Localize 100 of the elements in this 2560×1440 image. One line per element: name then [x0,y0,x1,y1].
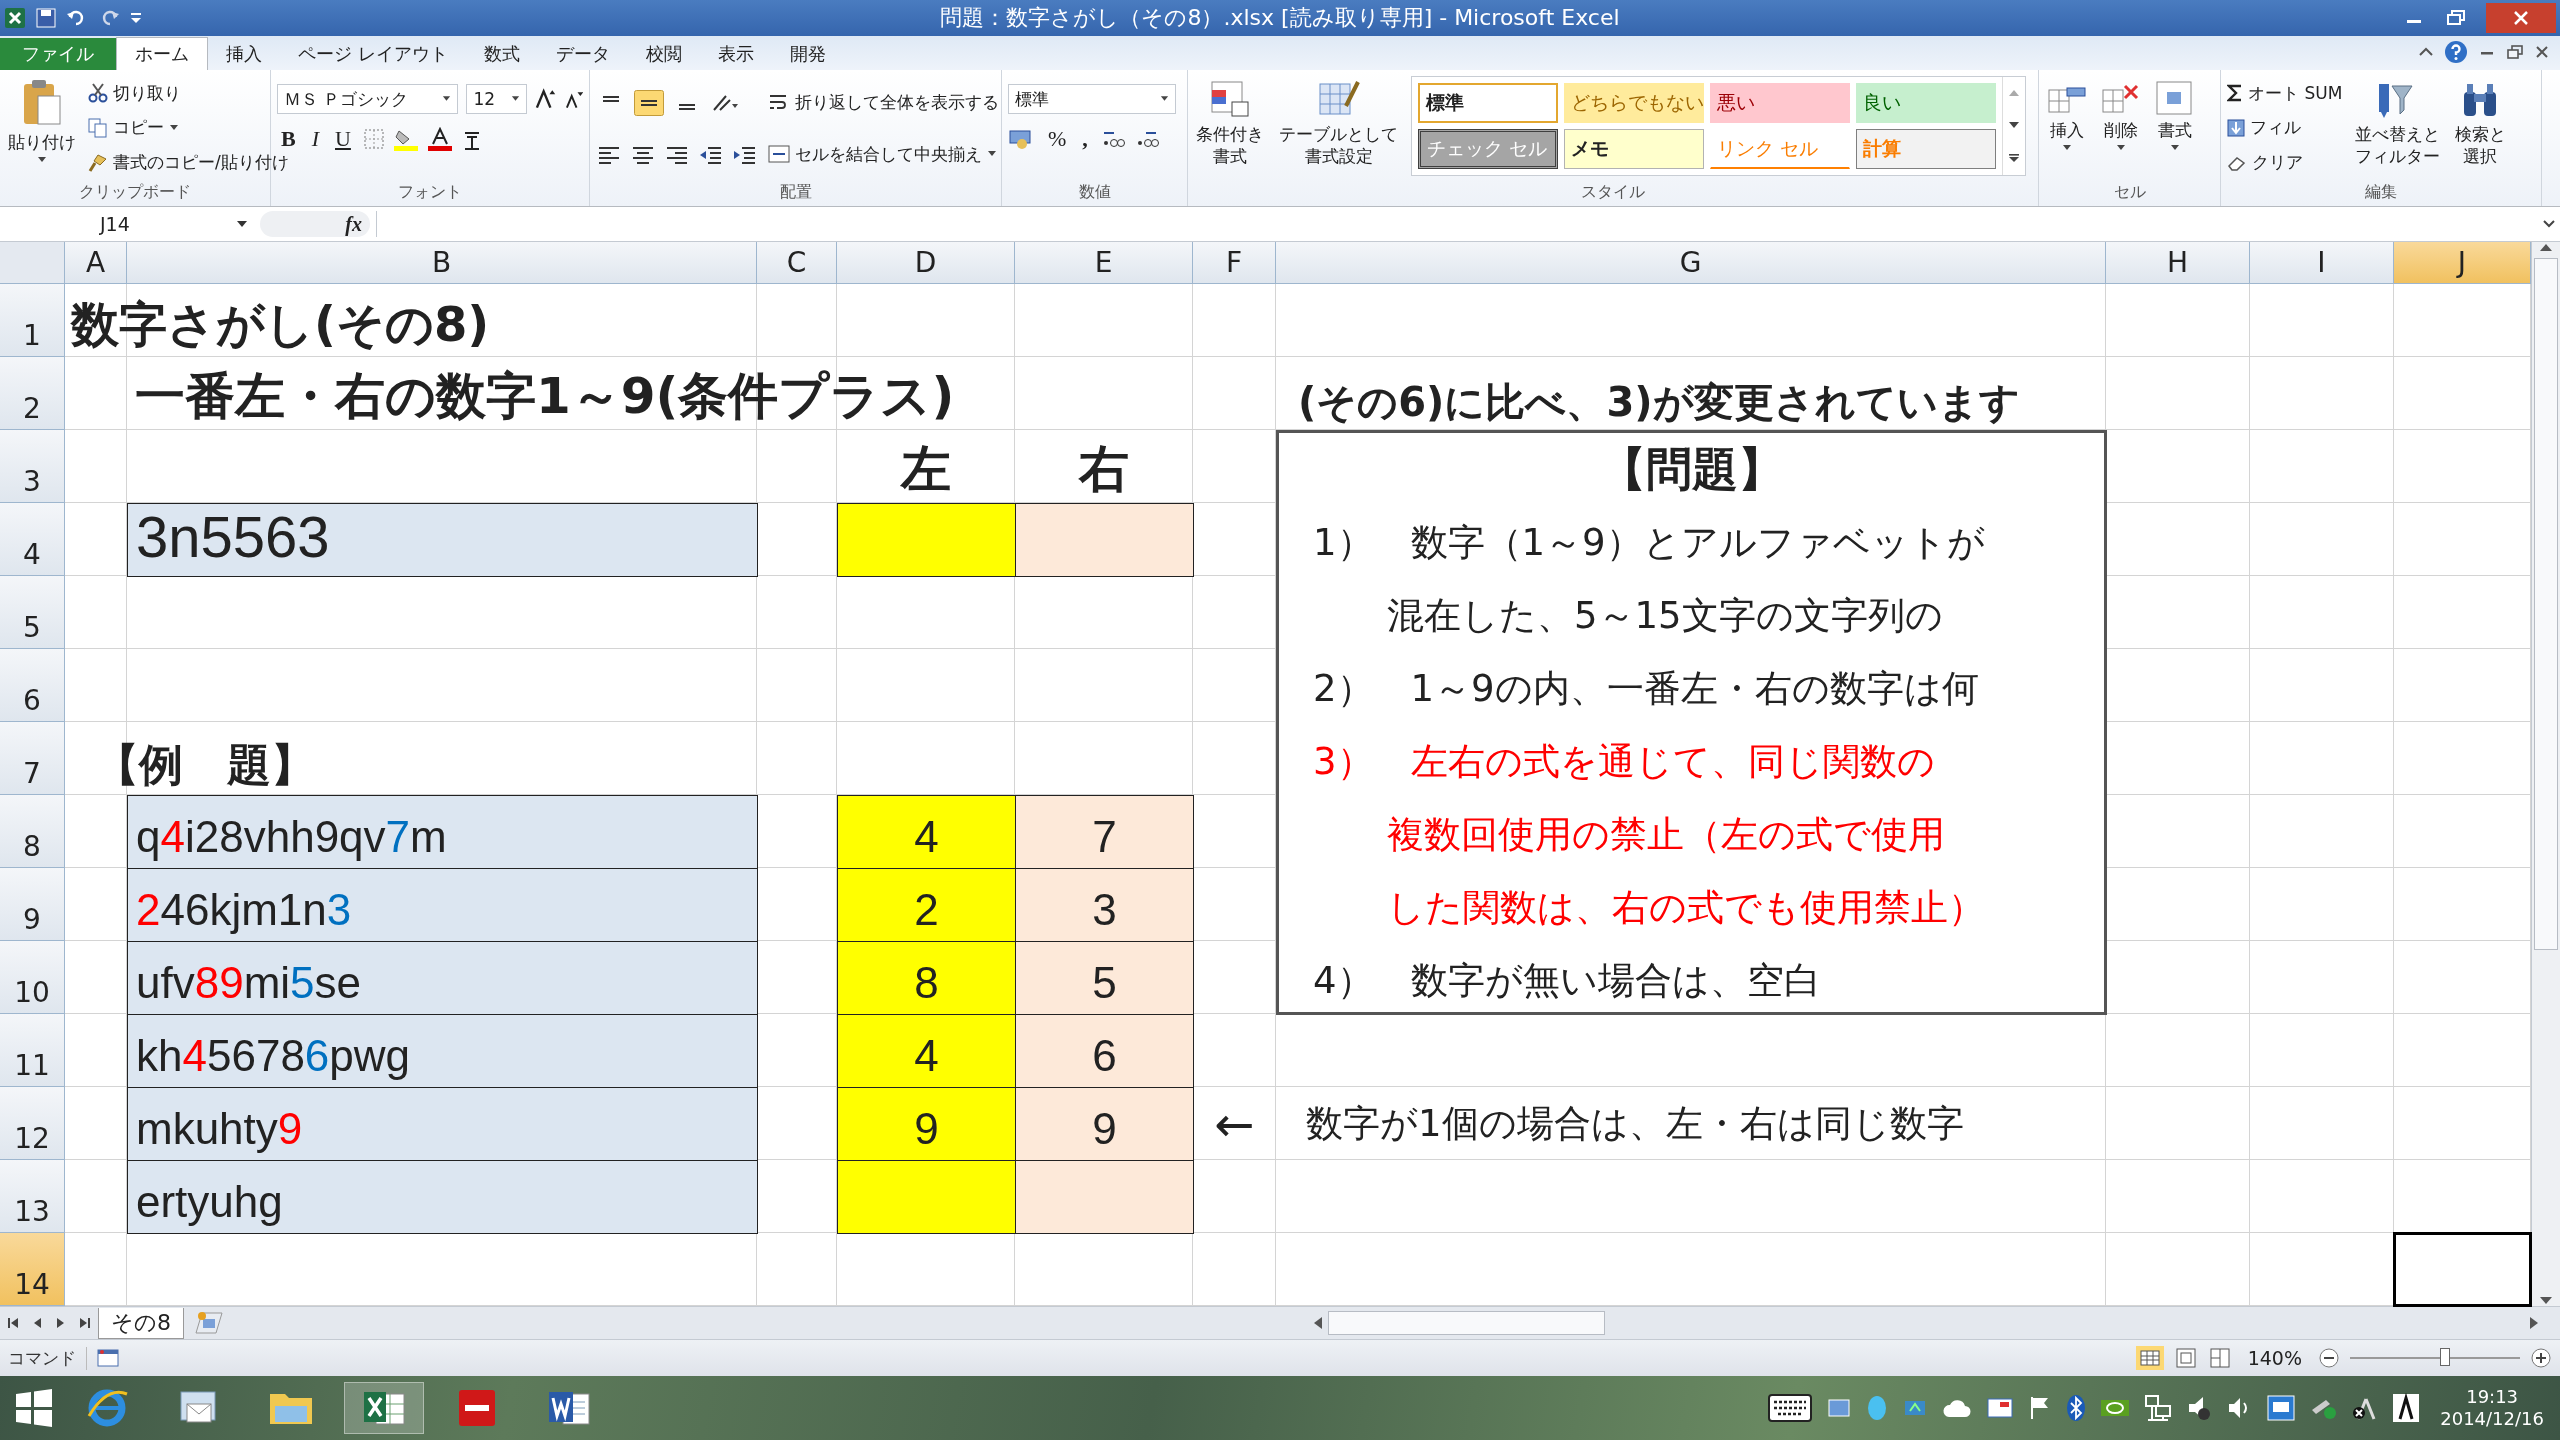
row-header[interactable]: 4 [0,503,65,576]
taskbar-button[interactable] [344,1382,424,1434]
align-center-icon[interactable] [630,144,656,166]
row-header[interactable]: 8 [0,795,65,868]
speaker-muted-icon[interactable] [2186,1394,2213,1422]
column-header[interactable]: C [757,242,837,284]
excel-icon[interactable] [4,7,26,29]
row-header[interactable]: 14 [0,1233,65,1306]
row-header[interactable]: 9 [0,868,65,941]
sort-filter-button[interactable]: 並べ替えとフィルター [2352,74,2443,182]
ribbon-tab[interactable]: 数式 [465,38,538,70]
font-size-dropdown[interactable]: 12 [466,84,527,114]
ribbon-tab[interactable]: データ [537,38,628,70]
bold-button[interactable]: B [277,126,300,152]
macro-record-icon[interactable] [97,1348,119,1368]
ribbon-tab[interactable]: ページ レイアウト [280,38,466,70]
row-header[interactable]: 11 [0,1014,65,1087]
sheet-tab[interactable]: その8 [98,1307,184,1339]
more-icon[interactable] [2007,153,2020,163]
first-sheet-icon[interactable] [6,1316,20,1330]
clock[interactable]: 19:13 2014/12/16 [2434,1386,2550,1430]
close-button[interactable] [2486,3,2556,33]
column-header[interactable]: E [1015,242,1193,284]
paste-button[interactable]: 貼り付け [6,74,78,182]
cells-button[interactable]: 書式 [2153,74,2197,182]
zoom-slider-thumb[interactable] [2440,1348,2451,1366]
italic-button[interactable]: I [307,126,323,152]
close-icon[interactable] [2534,44,2550,60]
selected-cell[interactable] [2393,1232,2532,1307]
font-name-dropdown[interactable]: ＭＳ Ｐゴシック [277,84,459,114]
column-header[interactable]: G [1276,242,2106,284]
ime-icon[interactable] [2392,1393,2421,1423]
clear-button[interactable]: クリア [2227,151,2343,175]
cell-style-item[interactable]: メモ [1563,129,1704,169]
expand-icon[interactable] [2542,219,2556,229]
cells-button[interactable]: 削除 [2099,74,2143,182]
shrink-font-icon[interactable] [563,89,583,109]
ribbon-tab[interactable]: ホーム [116,37,208,70]
row-header[interactable]: 6 [0,649,65,722]
save-icon[interactable] [36,8,56,28]
page-layout-icon[interactable] [2173,1347,2198,1369]
find-select-button[interactable]: 検索と選択 [2452,74,2508,182]
percent-button[interactable]: % [1044,126,1071,152]
restore-icon[interactable] [2506,44,2524,60]
align-left-icon[interactable] [596,144,622,166]
scroll-left-icon[interactable] [1312,1316,1324,1330]
align-right-icon[interactable] [664,144,690,166]
column-header[interactable]: F [1193,242,1276,284]
ribbon-tab[interactable]: 開発 [771,38,844,70]
network-icon[interactable] [2144,1394,2173,1422]
vertical-align-icon[interactable] [634,90,664,116]
column-header[interactable]: B [127,242,757,284]
scroll-right-icon[interactable] [2528,1316,2540,1330]
grow-font-icon[interactable] [534,88,556,110]
cell-style-item[interactable]: 標準 [1417,83,1558,123]
row-header[interactable]: 1 [0,284,65,357]
column-header[interactable]: H [2106,242,2250,284]
fill-button[interactable]: フィル [2227,116,2343,140]
row-header[interactable]: 2 [0,357,65,430]
ribbon-tab[interactable]: ファイル [0,38,116,70]
column-header[interactable]: A [65,242,127,284]
keyboard-icon[interactable] [1768,1394,1813,1422]
ribbon-tab[interactable]: 表示 [699,38,772,70]
zoom-in-icon[interactable] [2530,1347,2552,1369]
name-box[interactable]: J14 [4,211,254,237]
scroll-down-icon[interactable] [2007,121,2020,129]
zoom-level[interactable]: 140% [2241,1347,2308,1369]
cell-style-item[interactable]: 悪い [1709,83,1850,123]
font-color-icon[interactable] [426,127,453,151]
number-format-dropdown[interactable]: 標準 [1008,84,1176,114]
increase-indent-icon[interactable] [732,144,758,166]
cells-button[interactable]: 挿入 [2045,74,2089,182]
row-header[interactable]: 5 [0,576,65,649]
row-header[interactable]: 12 [0,1087,65,1160]
row-header[interactable]: 7 [0,722,65,795]
autosum-button[interactable]: オート SUM [2227,81,2343,105]
graphics-icon[interactable] [2100,1397,2131,1419]
tray-app-icon[interactable] [2266,1394,2297,1422]
column-header[interactable]: I [2250,242,2394,284]
ribbon-tab[interactable]: 校閲 [627,38,700,70]
scroll-thumb[interactable] [1328,1311,1605,1335]
scroll-thumb[interactable] [2534,258,2558,950]
row-header[interactable]: 3 [0,430,65,503]
cell-style-item[interactable]: どちらでもない [1563,83,1704,123]
wrap-text-button[interactable]: 折り返して全体を表示する [768,90,999,114]
row-header[interactable]: 13 [0,1160,65,1233]
help-icon[interactable] [2444,40,2468,64]
restore-icon[interactable] [2444,8,2468,28]
comma-button[interactable]: , [1078,126,1092,152]
bluetooth-icon[interactable] [2066,1394,2087,1422]
format-as-table-button[interactable]: テーブルとして書式設定 [1276,74,1401,182]
customize-caret-icon[interactable] [130,11,142,25]
underline-button[interactable]: U [331,126,355,152]
zoom-out-icon[interactable] [2318,1347,2340,1369]
decrease-indent-icon[interactable] [698,144,724,166]
column-header[interactable]: D [837,242,1015,284]
page-break-icon[interactable] [2207,1347,2232,1369]
last-sheet-icon[interactable] [78,1316,92,1330]
vertical-scrollbar[interactable] [2531,242,2560,1306]
windows-logo-icon[interactable] [14,1388,54,1428]
